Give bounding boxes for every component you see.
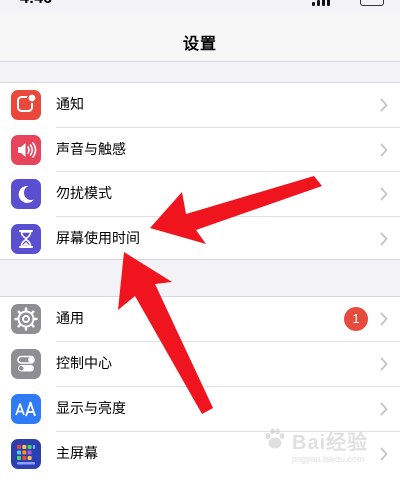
settings-row-general[interactable]: 通用 1 bbox=[0, 297, 400, 342]
settings-row-label: 屏幕使用时间 bbox=[56, 230, 140, 247]
settings-group-1: 通知 声音与触感 勿扰模式 屏幕使用时间 bbox=[0, 82, 400, 260]
baidu-watermark: Bai经验 jingyan.baidu.com bbox=[262, 420, 392, 470]
text-size-icon bbox=[11, 394, 41, 424]
cellular-signal-icon bbox=[312, 0, 332, 6]
navigation-bar: 设置 bbox=[0, 10, 400, 62]
watermark-url: jingyan.baidu.com bbox=[292, 454, 365, 464]
moon-icon bbox=[11, 179, 41, 209]
battery-icon bbox=[360, 0, 384, 6]
chevron-right-icon bbox=[380, 98, 388, 112]
chevron-right-icon bbox=[380, 402, 388, 416]
settings-row-label: 通用 bbox=[56, 311, 84, 327]
settings-row-label: 显示与亮度 bbox=[56, 401, 126, 417]
notifications-icon bbox=[11, 90, 41, 120]
sound-icon bbox=[11, 134, 41, 165]
gear-icon bbox=[11, 304, 41, 334]
settings-row-label: 勿扰模式 bbox=[56, 186, 112, 202]
page-title: 设置 bbox=[182, 34, 217, 53]
settings-row-label: 主屏幕 bbox=[56, 446, 98, 462]
status-bar: 4:46 bbox=[0, 0, 400, 10]
watermark-text: Bai经验 bbox=[292, 432, 369, 454]
settings-row-do-not-disturb[interactable]: 勿扰模式 bbox=[0, 172, 400, 217]
settings-row-control-center[interactable]: 控制中心 bbox=[0, 342, 400, 387]
chevron-right-icon bbox=[380, 187, 388, 201]
notification-badge: 1 bbox=[344, 307, 368, 331]
chevron-right-icon bbox=[380, 312, 388, 326]
chevron-right-icon bbox=[380, 357, 388, 371]
chevron-right-icon bbox=[380, 143, 388, 156]
settings-row-label: 控制中心 bbox=[56, 356, 112, 372]
chevron-right-icon bbox=[380, 232, 388, 245]
settings-row-notifications[interactable]: 通知 bbox=[0, 83, 400, 128]
settings-row-sounds-haptics[interactable]: 声音与触感 bbox=[0, 128, 400, 173]
settings-row-screen-time[interactable]: 屏幕使用时间 bbox=[0, 217, 400, 262]
settings-row-label: 通知 bbox=[56, 97, 84, 113]
home-screen-icon bbox=[11, 439, 41, 469]
status-time: 4:46 bbox=[20, 0, 52, 8]
settings-row-label: 声音与触感 bbox=[56, 141, 126, 158]
hourglass-icon bbox=[11, 223, 41, 254]
toggles-icon bbox=[11, 349, 41, 379]
paw-logo-icon bbox=[265, 428, 285, 449]
